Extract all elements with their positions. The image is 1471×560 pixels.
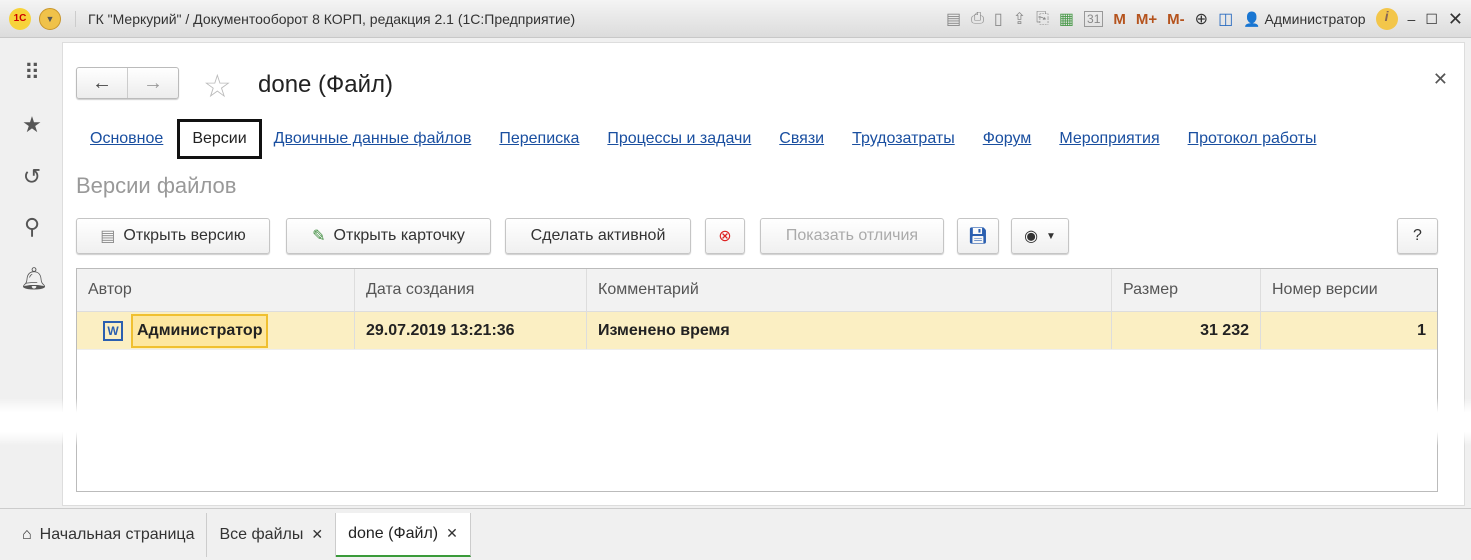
make-active-button[interactable]: Сделать активной [505, 218, 691, 254]
window-title: ГК "Меркурий" / Документооборот 8 КОРП, … [75, 10, 575, 27]
open-version-button[interactable]: ▤ Открыть версию [76, 218, 270, 254]
author-value: Администратор [131, 313, 269, 348]
close-tab-icon[interactable]: ✕ [446, 525, 458, 542]
floppy-icon: 💾︎ [967, 228, 989, 245]
cell-comment[interactable]: Изменено время [587, 312, 1112, 349]
section-heading: Версии файлов [76, 173, 237, 198]
show-diff-label: Показать отличия [785, 227, 919, 244]
info-icon[interactable]: i [1375, 8, 1398, 30]
notifications-bell-icon[interactable]: 🔔︎ [20, 266, 48, 292]
tab-forum[interactable]: Форум [983, 130, 1032, 148]
table-header: Автор Дата создания Комментарий Размер Н… [77, 269, 1437, 312]
apps-grid-icon[interactable]: ⠿ [20, 60, 44, 86]
link-copy-icon[interactable]: ⎘ [1036, 10, 1049, 28]
app-logo-icon: 1С [9, 7, 31, 30]
search-icon[interactable]: ⚲ [20, 214, 44, 240]
back-button[interactable]: ← [77, 68, 127, 98]
tab-current-file[interactable]: done (Файл) ✕ [336, 512, 471, 557]
close-tab-icon[interactable]: ✕ [311, 526, 323, 543]
all-files-label: Все файлы [219, 525, 304, 543]
tab-events[interactable]: Мероприятия [1059, 130, 1159, 148]
tab-main[interactable]: Основное [90, 130, 163, 148]
eye-icon: ◉ [1024, 228, 1039, 245]
user-name: Администратор [1264, 10, 1366, 27]
link-icon[interactable]: ⇪ [1013, 9, 1026, 29]
form-title: done (Файл) [258, 71, 394, 98]
open-card-button[interactable]: ✎ Открыть карточку [286, 218, 491, 254]
chevron-down-icon: ▼ [1046, 230, 1056, 242]
tab-labor[interactable]: Трудозатраты [852, 130, 955, 148]
make-active-label: Сделать активной [530, 227, 666, 244]
main-menu-button[interactable]: ▼ [39, 7, 61, 30]
print-icon[interactable]: ⎙ [971, 10, 984, 28]
history-icon[interactable]: ↺ [20, 164, 44, 190]
view-options-button[interactable]: ◉ ▼ [1011, 218, 1069, 254]
open-version-label: Открыть версию [123, 227, 246, 244]
tab-binary-data[interactable]: Двоичные данные файлов [274, 130, 472, 148]
show-diff-button: Показать отличия [760, 218, 944, 254]
title-bar: 1С ▼ ГК "Меркурий" / Документооборот 8 К… [0, 0, 1471, 38]
save-icon[interactable]: ▤ [946, 9, 961, 29]
pencil-icon: ✎ [312, 228, 326, 245]
tab-links[interactable]: Связи [779, 130, 824, 148]
open-card-label: Открыть карточку [333, 227, 465, 244]
user-icon: 👤 [1243, 10, 1261, 27]
maximize-button[interactable]: ☐ [1425, 11, 1438, 28]
tab-log[interactable]: Протокол работы [1188, 130, 1317, 148]
preview-icon[interactable]: ▯ [994, 9, 1003, 29]
home-tab-label: Начальная страница [39, 525, 195, 543]
table-row[interactable]: W Администратор 29.07.2019 13:21:36 Измен… [77, 312, 1437, 350]
home-icon: ⌂ [22, 525, 32, 543]
delete-file-button[interactable]: ⊗ [705, 218, 745, 254]
column-comment[interactable]: Комментарий [587, 269, 1112, 311]
forward-button[interactable]: → [127, 68, 178, 98]
close-form-button[interactable]: ✕ [1433, 69, 1448, 90]
nav-buttons: ← → [76, 67, 179, 99]
cell-author[interactable]: W Администратор [77, 312, 355, 349]
tab-processes[interactable]: Процессы и задачи [607, 130, 751, 148]
column-date[interactable]: Дата создания [355, 269, 587, 311]
user-menu[interactable]: 👤 Администратор [1243, 11, 1365, 28]
tab-correspondence[interactable]: Переписка [499, 130, 579, 148]
favorite-star-icon[interactable]: ☆ [203, 67, 232, 105]
memory-plus-button[interactable]: M+ [1136, 11, 1157, 28]
calendar-icon[interactable]: 31 [1084, 11, 1104, 27]
tab-home[interactable]: ⌂ Начальная страница [0, 512, 208, 557]
torn-edge-effect [0, 398, 1471, 446]
open-windows-bar: ⌂ Начальная страница Все файлы ✕ done (Фай… [0, 508, 1471, 560]
cell-version[interactable]: 1 [1261, 312, 1437, 349]
cell-date[interactable]: 29.07.2019 13:21:36 [355, 312, 587, 349]
cell-size[interactable]: 31 232 [1112, 312, 1261, 349]
memory-minus-button[interactable]: M- [1167, 11, 1185, 28]
minimize-button[interactable]: – [1408, 11, 1416, 27]
versions-table: Автор Дата создания Комментарий Размер Н… [76, 268, 1438, 492]
panels-icon[interactable]: ◫ [1218, 9, 1233, 29]
tab-all-files[interactable]: Все файлы ✕ [207, 512, 337, 557]
column-size[interactable]: Размер [1112, 269, 1261, 311]
tab-versions[interactable]: Версии [177, 119, 262, 159]
save-to-disk-button[interactable]: 💾︎ [957, 218, 999, 254]
calculator-icon[interactable]: ▦ [1059, 9, 1074, 29]
favorites-star-icon[interactable]: ★ [20, 112, 44, 138]
word-file-icon: W [103, 320, 123, 341]
current-tab-label: done (Файл) [348, 524, 439, 542]
column-author[interactable]: Автор [77, 269, 355, 311]
column-version[interactable]: Номер версии [1261, 269, 1437, 311]
help-button[interactable]: ? [1397, 218, 1438, 254]
close-window-button[interactable]: ✕ [1448, 9, 1463, 30]
zoom-icon[interactable]: ⊕ [1195, 9, 1208, 29]
document-icon: ▤ [100, 228, 116, 245]
memory-button[interactable]: M [1113, 11, 1126, 28]
help-label: ? [1413, 227, 1422, 244]
form-tabs: Основное Версии Двоичные данные файлов П… [90, 119, 1344, 159]
delete-file-icon: ⊗ [718, 228, 732, 245]
